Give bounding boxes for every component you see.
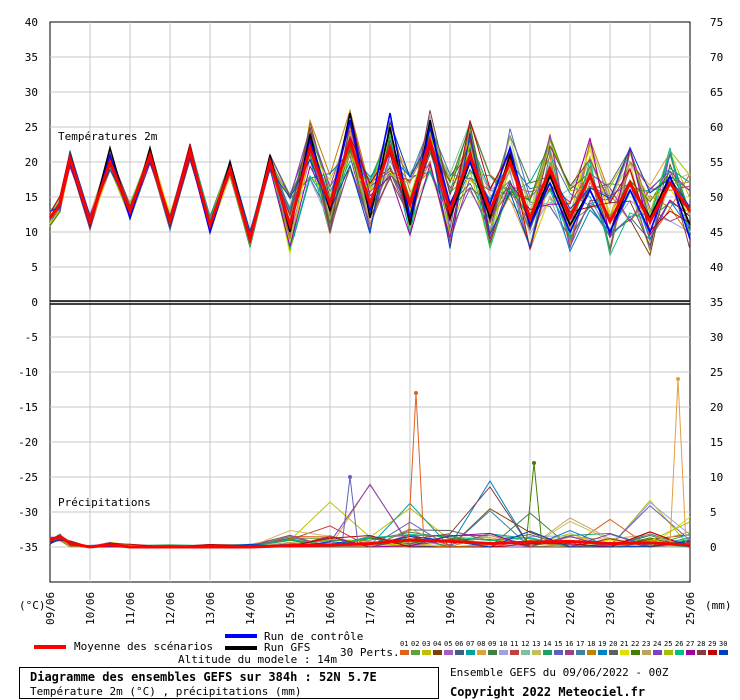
y-right-tick: 35	[710, 296, 723, 309]
precip-peak-marker	[532, 461, 536, 465]
y-left-tick: -30	[18, 506, 38, 519]
y-left-tick: -5	[25, 331, 38, 344]
x-date-tick: 24/06	[644, 592, 657, 625]
y-left-tick: -10	[18, 366, 38, 379]
y-left-tick: 35	[25, 51, 38, 64]
y-left-tick: -15	[18, 401, 38, 414]
y-left-tick: 25	[25, 121, 38, 134]
x-date-tick: 16/06	[324, 592, 337, 625]
y-right-tick: 70	[710, 51, 723, 64]
y-right-tick: 5	[710, 506, 717, 519]
y-right-tick: 30	[710, 331, 723, 344]
x-date-tick: 21/06	[524, 592, 537, 625]
x-date-tick: 25/06	[684, 592, 697, 625]
temperature-panel-label: Températures 2m	[58, 130, 158, 143]
x-date-tick: 18/06	[404, 592, 417, 625]
y-right-tick: 40	[710, 261, 723, 274]
y-right-tick: 10	[710, 471, 723, 484]
x-date-tick: 10/06	[84, 592, 97, 625]
y-right-tick: 0	[710, 541, 717, 554]
y-left-tick: 40	[25, 16, 38, 29]
x-date-tick: 12/06	[164, 592, 177, 625]
x-date-tick: 13/06	[204, 592, 217, 625]
y-left-tick: 30	[25, 86, 38, 99]
x-date-tick: 23/06	[604, 592, 617, 625]
x-date-tick: 11/06	[124, 592, 137, 625]
y-right-tick: 75	[710, 16, 723, 29]
y-right-tick: 15	[710, 436, 723, 449]
x-date-tick: 19/06	[444, 592, 457, 625]
y-right-tick: 20	[710, 401, 723, 414]
y-left-tick: 10	[25, 226, 38, 239]
y-left-tick: 20	[25, 156, 38, 169]
gefs-ensemble-chart: 40 7535 7030 6525 6020 5515 5010 455 400 35-5 30-1…	[18, 16, 723, 625]
y-right-tick: 65	[710, 86, 723, 99]
y-right-tick: 50	[710, 191, 723, 204]
x-date-tick: 15/06	[284, 592, 297, 625]
y-right-tick: 45	[710, 226, 723, 239]
x-date-tick: 14/06	[244, 592, 257, 625]
precip-peak-marker	[348, 475, 352, 479]
precip-peak-marker	[414, 391, 418, 395]
precip-panel-label: Précipitations	[58, 496, 151, 509]
y-left-tick: -25	[18, 471, 38, 484]
precip-peak-marker	[676, 377, 680, 381]
y-left-tick: 15	[25, 191, 38, 204]
y-left-tick: -35	[18, 541, 38, 554]
y-right-tick: 55	[710, 156, 723, 169]
y-right-tick: 25	[710, 366, 723, 379]
x-date-tick: 09/06	[44, 592, 57, 625]
y-left-tick: -20	[18, 436, 38, 449]
y-right-tick: 60	[710, 121, 723, 134]
x-date-tick: 20/06	[484, 592, 497, 625]
y-left-tick: 0	[31, 296, 38, 309]
y-left-tick: 5	[31, 261, 38, 274]
x-date-tick: 22/06	[564, 592, 577, 625]
x-date-tick: 17/06	[364, 592, 377, 625]
